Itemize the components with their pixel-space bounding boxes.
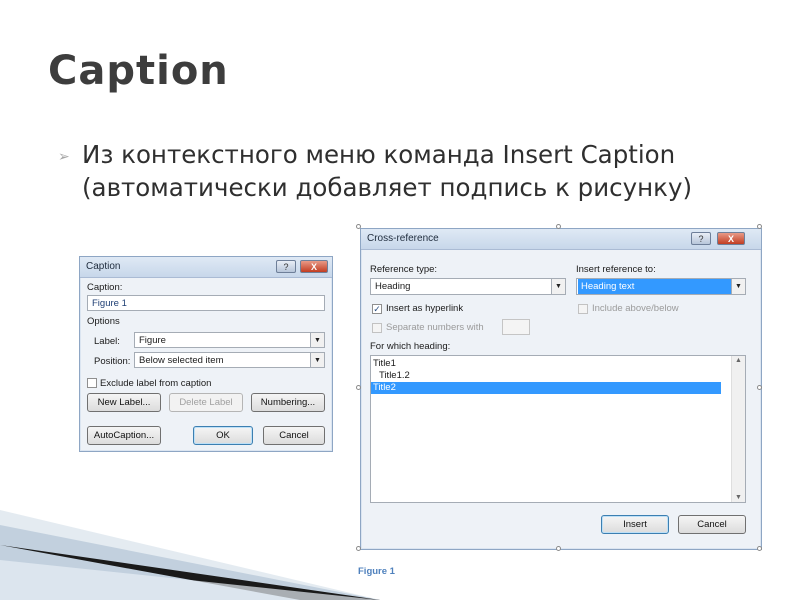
crossref-dialog: Cross-reference ? X Reference type: Head… <box>360 228 762 550</box>
resize-handle-middle-right[interactable] <box>757 385 762 390</box>
caption-dialog-titlebar: Caption ? X <box>80 257 332 278</box>
resize-handle-top-right[interactable] <box>757 224 762 229</box>
scroll-down-icon[interactable]: ▼ <box>735 494 742 501</box>
autocaption-button[interactable]: AutoCaption... <box>87 426 161 445</box>
help-button[interactable]: ? <box>276 260 296 273</box>
resize-handle-bottom-right[interactable] <box>757 546 762 551</box>
separate-numbers-text: Separate numbers with <box>386 322 484 333</box>
label-select-value: Figure <box>139 335 166 346</box>
resize-handle-middle-left[interactable] <box>356 385 361 390</box>
figure-caption: Figure 1 <box>358 566 395 577</box>
list-scrollbar[interactable]: ▲ ▼ <box>731 356 745 502</box>
exclude-label-text: Exclude label from caption <box>100 378 212 389</box>
separator-input[interactable] <box>502 319 530 335</box>
numbering-button[interactable]: Numbering... <box>251 393 325 412</box>
insert-hyperlink-checkbox[interactable]: ✓ <box>372 304 382 314</box>
crossref-dialog-titlebar: Cross-reference ? X <box>361 229 761 250</box>
separate-numbers-checkbox[interactable] <box>372 323 382 333</box>
resize-handle-bottom-left[interactable] <box>356 546 361 551</box>
insert-reference-label: Insert reference to: <box>576 264 656 275</box>
bullet-text: Из контекстного меню команда Insert Capt… <box>82 140 692 202</box>
dialog-title: Caption <box>86 261 121 272</box>
resize-handle-top-left[interactable] <box>356 224 361 229</box>
exclude-label-checkbox[interactable] <box>87 378 97 388</box>
include-above-below-text: Include above/below <box>592 303 679 314</box>
chevron-down-icon[interactable]: ▼ <box>551 279 565 294</box>
for-which-heading-label: For which heading: <box>370 341 451 352</box>
insert-hyperlink-text: Insert as hyperlink <box>386 303 464 314</box>
dialog-title: Cross-reference <box>367 233 439 244</box>
reference-type-value: Heading <box>375 281 411 292</box>
bullet-arrow-icon: ➢ <box>58 148 70 164</box>
include-above-below-checkbox[interactable] <box>578 304 588 314</box>
reference-type-label: Reference type: <box>370 264 438 275</box>
cancel-button[interactable]: Cancel <box>263 426 325 445</box>
delete-label-button[interactable]: Delete Label <box>169 393 243 412</box>
caption-label: Caption: <box>87 282 123 293</box>
resize-handle-bottom-middle[interactable] <box>556 546 561 551</box>
help-button[interactable]: ? <box>691 232 711 245</box>
close-button[interactable]: X <box>717 232 745 245</box>
options-label: Options <box>87 316 120 327</box>
position-label: Position: <box>94 356 131 367</box>
position-select-value: Below selected item <box>139 355 224 366</box>
slide-title: Caption <box>48 48 229 94</box>
cancel-button[interactable]: Cancel <box>678 515 746 534</box>
list-item[interactable]: Title2 <box>371 382 721 394</box>
decorative-stripes <box>0 510 380 600</box>
chevron-down-icon[interactable]: ▼ <box>310 333 324 347</box>
list-item[interactable]: Title1.2 <box>371 370 745 382</box>
chevron-down-icon[interactable]: ▼ <box>731 279 745 294</box>
chevron-down-icon[interactable]: ▼ <box>310 353 324 367</box>
new-label-button[interactable]: New Label... <box>87 393 161 412</box>
resize-handle-top-middle[interactable] <box>556 224 561 229</box>
insert-button[interactable]: Insert <box>601 515 669 534</box>
position-select[interactable]: Below selected item ▼ <box>134 352 325 368</box>
insert-reference-value: Heading text <box>578 279 731 294</box>
bullet-item: ➢ Из контекстного меню команда Insert Ca… <box>58 138 758 204</box>
reference-type-select[interactable]: Heading ▼ <box>370 278 566 295</box>
caption-dialog: Caption ? X Caption: Figure 1 Options La… <box>79 256 333 452</box>
label-label: Label: <box>94 336 120 347</box>
list-item[interactable]: Title1 <box>371 358 745 370</box>
ok-button[interactable]: OK <box>193 426 253 445</box>
label-select[interactable]: Figure ▼ <box>134 332 325 348</box>
close-button[interactable]: X <box>300 260 328 273</box>
caption-input[interactable]: Figure 1 <box>87 295 325 311</box>
heading-list[interactable]: Title1 Title1.2 Title2 ▲ ▼ <box>370 355 746 503</box>
insert-reference-select[interactable]: Heading text ▼ <box>576 278 746 295</box>
scroll-up-icon[interactable]: ▲ <box>735 357 742 364</box>
